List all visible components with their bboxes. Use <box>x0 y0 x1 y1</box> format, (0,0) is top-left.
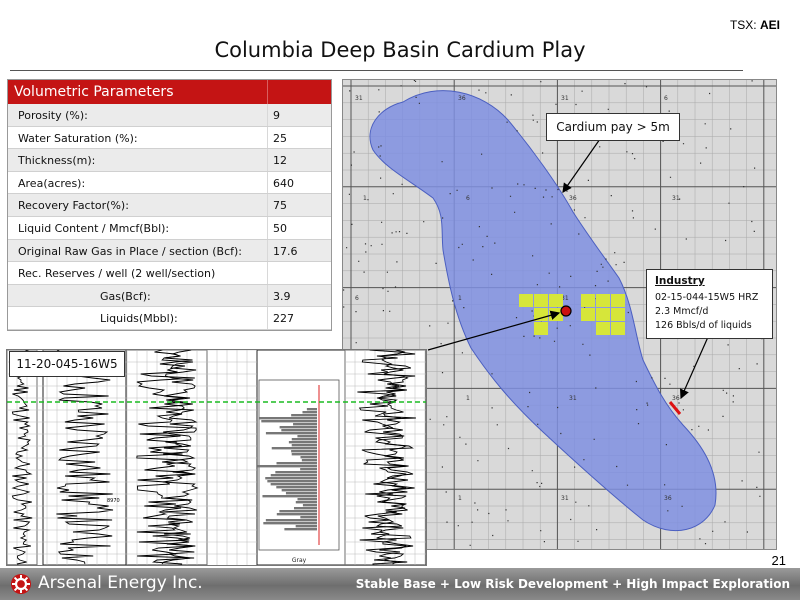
arsenal-logo-icon <box>11 574 31 594</box>
pay-arrow <box>562 138 601 193</box>
histogram-bar <box>301 459 317 462</box>
histogram-bar <box>276 486 317 489</box>
histogram-bar <box>270 483 317 486</box>
histogram-bar <box>302 411 317 414</box>
histogram-bar <box>300 456 317 459</box>
page-number: 21 <box>771 553 786 568</box>
histogram-bar <box>300 516 317 519</box>
well-log-arrow <box>427 310 561 351</box>
histogram-bar <box>265 432 317 435</box>
histogram-bar <box>267 480 317 483</box>
histogram-bar <box>284 528 317 531</box>
histogram-bar <box>302 504 317 507</box>
histogram-bar <box>293 507 317 510</box>
industry-well: 02-15-044-15W5 HRZ <box>655 292 759 303</box>
histogram-bar <box>262 495 317 498</box>
cardium-pay-callout: Cardium pay > 5m <box>546 113 680 141</box>
well-log-svg: Gray 8970 <box>7 350 426 565</box>
histogram-bar <box>288 441 317 444</box>
histogram-bar <box>293 423 317 426</box>
histogram-bar <box>257 465 317 468</box>
histogram-bar <box>263 522 317 525</box>
histogram-bar <box>295 501 317 504</box>
histogram-bar <box>291 438 317 441</box>
histogram-bar <box>291 414 317 417</box>
industry-heading: Industry <box>655 275 705 287</box>
histogram-bar <box>261 420 317 423</box>
histogram-bar <box>276 462 317 465</box>
histogram-bar <box>291 453 317 456</box>
histogram-bar <box>275 471 317 474</box>
histogram-bar <box>295 525 317 528</box>
histogram-bar <box>291 450 317 453</box>
well-log-label: 11-20-045-16W5 <box>9 351 125 377</box>
histogram-bar <box>279 426 317 429</box>
histogram-bar <box>281 489 317 492</box>
histogram-bar <box>259 417 317 420</box>
histogram-bar <box>300 468 317 471</box>
depth-marker: 8970 <box>107 498 120 504</box>
industry-callout: Industry 02-15-044-15W5 HRZ 2.3 Mmcf/d 1… <box>646 269 773 339</box>
histogram-bar <box>281 429 317 432</box>
industry-liquids-rate: 126 Bbls/d of liquids <box>655 320 752 331</box>
histogram-bar <box>279 510 317 513</box>
log-track <box>344 350 426 565</box>
histogram-bar <box>291 444 317 447</box>
histogram-xlabel: Gray <box>292 557 307 564</box>
industry-gas-rate: 2.3 Mmcf/d <box>655 306 709 317</box>
footer-tagline: Stable Base + Low Risk Development + Hig… <box>355 577 790 591</box>
histogram-bar <box>265 519 317 522</box>
histogram-bar <box>306 408 317 411</box>
histogram-bar <box>271 447 317 450</box>
histogram-bar <box>265 477 317 480</box>
histogram-bar <box>270 474 317 477</box>
footer-bar: Arsenal Energy Inc. Stable Base + Low Ri… <box>0 568 800 600</box>
log-track <box>7 350 38 565</box>
well-log-panel: Gray 8970 <box>6 349 427 566</box>
histogram-bar <box>297 498 317 501</box>
histogram-bar <box>297 435 317 438</box>
industry-arrow <box>680 336 709 400</box>
histogram-bar <box>276 513 317 516</box>
company-name: Arsenal Energy Inc. <box>38 573 203 593</box>
histogram-bar <box>285 492 317 495</box>
